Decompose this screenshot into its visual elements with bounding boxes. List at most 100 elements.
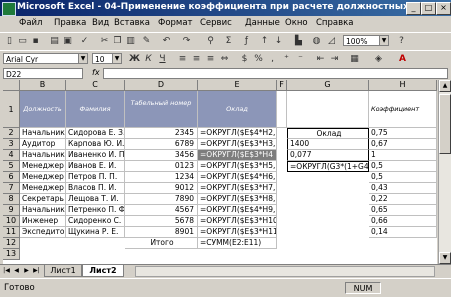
cell-name[interactable]: Сидорова Е. З. [66,128,125,139]
cell-position[interactable]: Экспедитор [20,227,66,238]
undo-icon[interactable]: ↶ [160,35,173,47]
cell-name[interactable]: Щукина Р. Е. [66,227,125,238]
drawing-icon[interactable]: ◿ [325,35,338,47]
menu-tools[interactable]: Сервис [200,18,232,28]
menu-edit[interactable]: Правка [54,18,86,28]
row-header-11[interactable]: 11 [3,227,20,238]
comma-style-icon[interactable]: , [266,53,279,65]
cell-name[interactable]: Лещова Т. И. [66,194,125,205]
cell-name[interactable]: Иванов Е. И. [66,161,125,172]
row-header-6[interactable]: 6 [3,172,20,183]
open-icon[interactable]: ▭ [16,35,29,47]
header-tab-number[interactable]: Табельный номер [125,91,198,128]
cell-position[interactable]: Секретарь [20,194,66,205]
cell-coefficient[interactable]: 0,75 [369,128,437,139]
maximize-button[interactable]: □ [421,2,436,15]
cell-coefficient[interactable]: 1 [369,150,437,161]
increase-decimal-icon[interactable]: ⁺ [280,53,293,65]
cell-name[interactable]: Карпова Ю. И. [66,139,125,150]
zoom-select[interactable]: 100% ▼ [343,35,389,46]
name-box[interactable]: D22 [3,68,83,79]
excel-app-icon[interactable] [2,2,16,16]
cell-position[interactable]: Начальник [20,128,66,139]
header-position[interactable]: Должность [20,91,66,128]
help-icon[interactable]: ? [395,35,408,47]
underline-icon[interactable]: Ч [156,53,169,65]
merge-center-icon[interactable]: ⇔ [218,53,231,65]
cell-position[interactable]: Менеджер [20,183,66,194]
chevron-down-icon[interactable]: ▼ [112,54,121,63]
redo-icon[interactable]: ↷ [180,35,193,47]
cell-f1[interactable] [277,91,287,128]
chart-wizard-icon[interactable]: ▙ [292,35,305,47]
row-header-10[interactable]: 10 [3,216,20,227]
formula-input[interactable] [103,68,448,79]
cell-salary-formula[interactable]: =ОКРУГЛ($E$4*H6, [198,172,277,183]
header-coefficient[interactable]: Коэффициент [369,91,437,128]
new-icon[interactable]: ▯ [3,35,16,47]
cell-coefficient[interactable]: 0,43 [369,183,437,194]
column-header-f[interactable]: F [277,80,287,91]
cell-coefficient[interactable]: 0,14 [369,227,437,238]
salary-label-cell[interactable]: Оклад [287,128,369,139]
cell-salary-formula[interactable]: =ОКРУГЛ($E$4*H2, [198,128,277,139]
close-button[interactable]: × [436,2,451,15]
cell-salary-formula[interactable]: =ОКРУГЛ($E$4*H9, [198,205,277,216]
column-header-c[interactable]: C [66,80,125,91]
sort-desc-icon[interactable]: ↓ [272,35,285,47]
cell-position[interactable]: Менеджер [20,161,66,172]
cell-coefficient[interactable]: 0,5 [369,161,437,172]
sheet-tab-1[interactable]: Лист1 [44,265,82,277]
paste-icon[interactable]: ▥ [124,35,137,47]
row-header-5[interactable]: 5 [3,161,20,172]
cell-tab-number[interactable]: 7890 [125,194,198,205]
menu-format[interactable]: Формат [158,18,193,28]
cell-name[interactable]: Петров П. П. [66,172,125,183]
menu-data[interactable]: Данные [245,18,280,28]
cell-tab-number[interactable]: 1234 [125,172,198,183]
select-all-corner[interactable] [3,80,20,91]
cell-salary-formula[interactable]: =ОКРУГЛ($E$3*H10 [198,216,277,227]
header-salary[interactable]: Оклад [198,91,277,128]
cell-position[interactable]: Начальник [20,205,66,216]
growth-rate-cell[interactable]: 0,077 [287,150,369,161]
adjusted-salary-formula-cell[interactable]: =ОКРУГЛ(G3*(1+G4 [287,161,369,172]
menu-file[interactable]: Файл [19,18,42,28]
cell-tab-number[interactable]: 2345 [125,128,198,139]
row-header-13[interactable]: 13 [3,249,20,260]
row-header-8[interactable]: 8 [3,194,20,205]
font-size-select[interactable]: 10 ▼ [92,53,122,64]
cell-coefficient[interactable]: 0,67 [369,139,437,150]
cell-name[interactable]: Иваненко И. П. [66,150,125,161]
scroll-up-icon[interactable]: ▲ [439,80,451,92]
cell-salary-formula[interactable]: =ОКРУГЛ($E$3*H3, [198,139,277,150]
map-icon[interactable]: ◍ [310,35,323,47]
align-center-icon[interactable]: ≡ [190,53,203,65]
print-icon[interactable]: ▤ [48,35,61,47]
row-header-2[interactable]: 2 [3,128,20,139]
cell-tab-number[interactable]: 8901 [125,227,198,238]
font-name-select[interactable]: Arial Cyr ▼ [3,53,88,64]
cell-position[interactable]: Менеджер [20,172,66,183]
horizontal-scrollbar[interactable] [135,266,435,277]
cell-tab-number[interactable]: 4567 [125,205,198,216]
autosum-icon[interactable]: Σ [222,35,235,47]
italic-icon[interactable]: К [142,53,155,65]
header-name[interactable]: Фамилия [66,91,125,128]
percent-icon[interactable]: % [252,53,265,65]
align-right-icon[interactable]: ≡ [204,53,217,65]
cell-coefficient[interactable]: 0,22 [369,194,437,205]
decrease-decimal-icon[interactable]: ⁻ [294,53,307,65]
cell-tab-number[interactable]: 3456 [125,150,198,161]
cell-coefficient[interactable]: 0,65 [369,205,437,216]
scroll-down-icon[interactable]: ▼ [439,252,451,264]
align-left-icon[interactable]: ≡ [176,53,189,65]
decrease-indent-icon[interactable]: ⇤ [314,53,327,65]
cut-icon[interactable]: ✂ [98,35,111,47]
cell-tab-number[interactable]: 0123 [125,161,198,172]
format-painter-icon[interactable]: ✎ [140,35,153,47]
cell-name[interactable]: Петренко П. Ф. [66,205,125,216]
spelling-icon[interactable]: ✓ [78,35,91,47]
sheet-tab-2[interactable]: Лист2 [82,265,124,277]
font-color-icon[interactable]: A [396,53,409,65]
